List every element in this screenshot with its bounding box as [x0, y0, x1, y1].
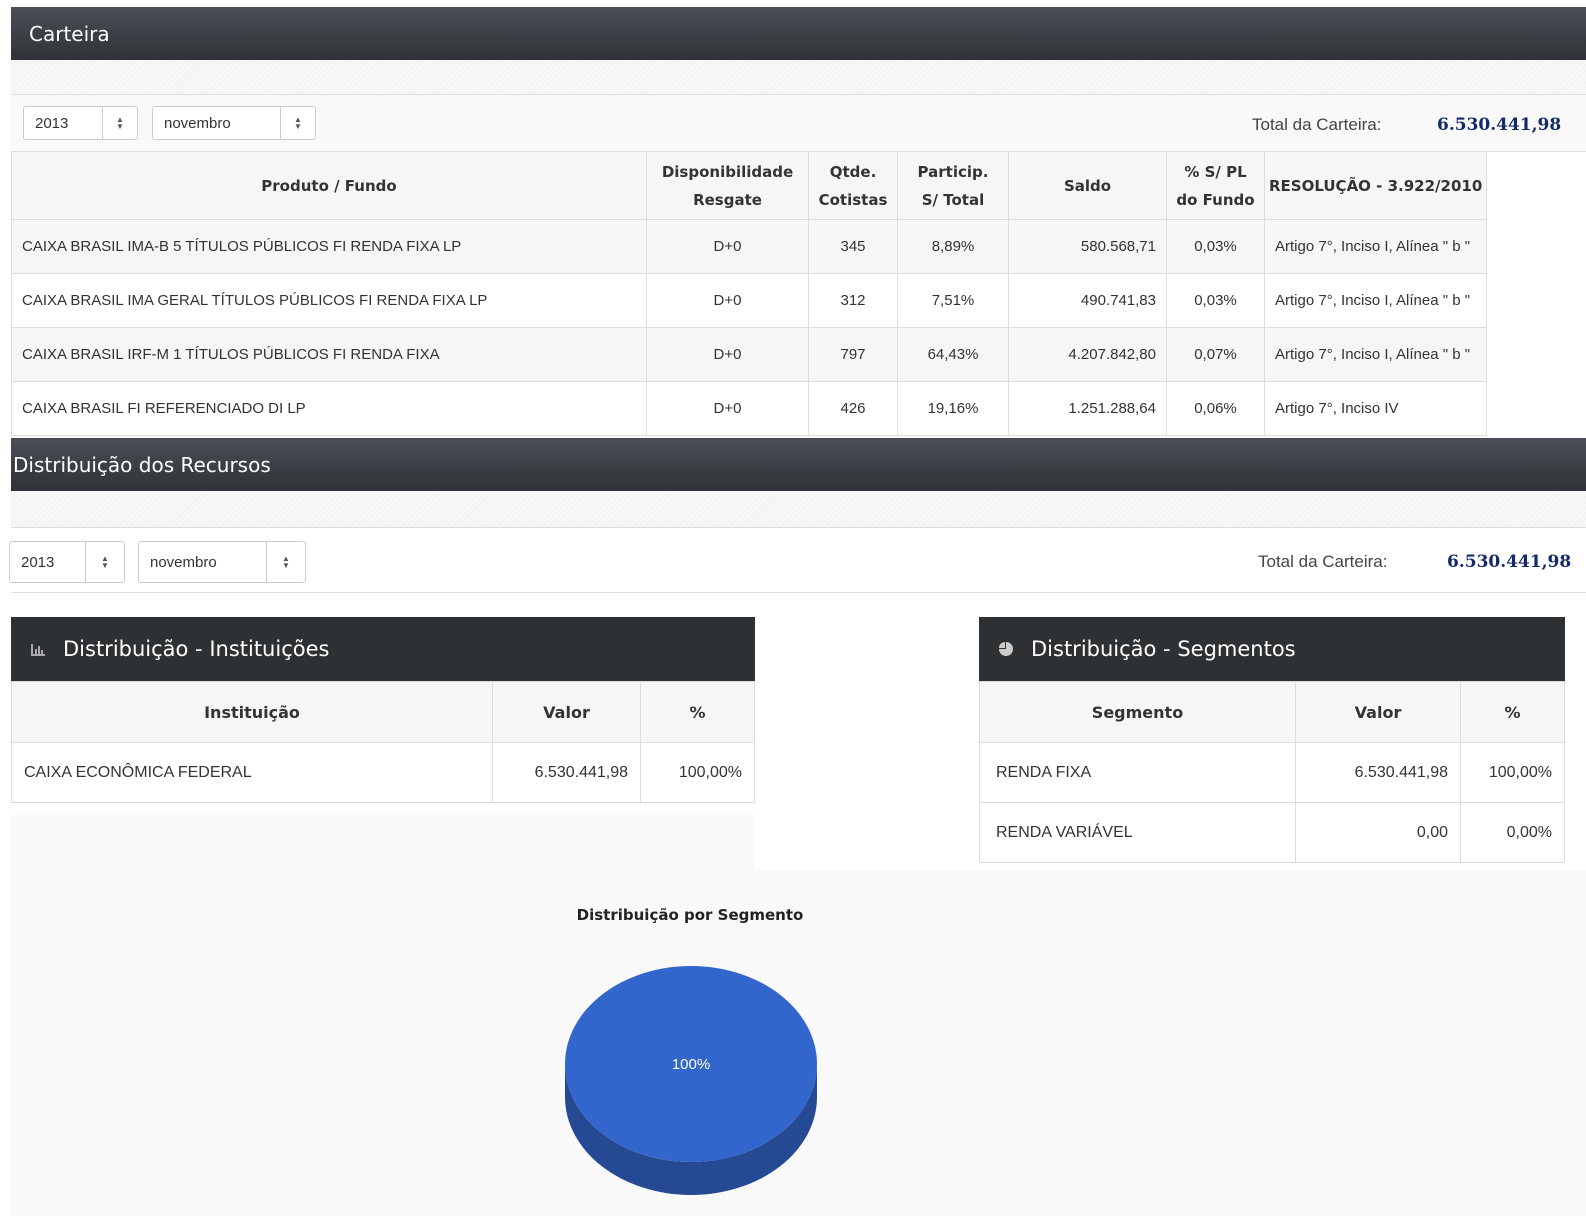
year-value: 2013: [21, 553, 55, 571]
qtde-cell: 426: [808, 381, 898, 436]
pct-cell: 100,00%: [1460, 742, 1565, 803]
pie-chart: 100%: [565, 966, 817, 1195]
col-saldo[interactable]: Saldo: [1008, 151, 1167, 220]
produto-cell: CAIXA BRASIL IMA GERAL TÍTULOS PÚBLICOS …: [11, 273, 647, 328]
instituicoes-panel-header: Distribuição - Instituições: [11, 617, 755, 681]
col-disponibilidade[interactable]: Disponibilidade Resgate: [646, 151, 809, 220]
col-produto[interactable]: Produto / Fundo: [11, 151, 647, 220]
pl-cell: 0,03%: [1166, 273, 1265, 328]
carteira-month-select[interactable]: novembro ▲ ▼: [152, 106, 316, 140]
part-cell: 8,89%: [897, 219, 1009, 274]
month-value: novembro: [164, 114, 231, 132]
col-pct[interactable]: %: [640, 681, 755, 743]
pie-chart-icon: [999, 642, 1013, 656]
saldo-cell: 490.741,83: [1008, 273, 1167, 328]
instituicoes-table: Instituição Valor % CAIXA ECONÔMICA FEDE…: [11, 681, 755, 803]
carteira-table: Produto / Fundo Disponibilidade Resgate Q…: [11, 151, 1488, 436]
segmentos-panel-header: Distribuição - Segmentos: [979, 617, 1565, 681]
pl-cell: 0,03%: [1166, 219, 1265, 274]
part-cell: 19,16%: [897, 381, 1009, 436]
produto-cell: CAIXA BRASIL IMA-B 5 TÍTULOS PÚBLICOS FI…: [11, 219, 647, 274]
saldo-cell: 1.251.288,64: [1008, 381, 1167, 436]
segmentos-table: Segmento Valor % RENDA FIXA 6.530.441,98…: [979, 681, 1565, 863]
select-arrows-icon: ▲ ▼: [280, 107, 315, 139]
disp-cell: D+0: [646, 381, 809, 436]
table-row[interactable]: CAIXA BRASIL IMA-B 5 TÍTULOS PÚBLICOS FI…: [11, 219, 1488, 274]
segmento-cell: RENDA FIXA: [979, 742, 1296, 803]
carteira-stripe: [11, 60, 1586, 95]
carteira-title: Carteira: [29, 21, 110, 46]
distribuicao-header: Distribuição dos Recursos: [11, 438, 1586, 491]
disp-cell: D+0: [646, 219, 809, 274]
instituicao-cell: CAIXA ECONÔMICA FEDERAL: [11, 742, 493, 803]
table-row[interactable]: CAIXA ECONÔMICA FEDERAL 6.530.441,98 100…: [11, 742, 755, 803]
total-label: Total da Carteira:: [1252, 115, 1382, 134]
resolucao-cell: Artigo 7°, Inciso I, Alínea " b ": [1263, 219, 1488, 274]
instituicoes-title: Distribuição - Instituições: [63, 637, 330, 661]
segmento-cell: RENDA VARIÁVEL: [979, 802, 1296, 863]
col-valor[interactable]: Valor: [1295, 681, 1461, 743]
resolucao-cell: Artigo 7°, Inciso IV: [1263, 381, 1488, 436]
table-row[interactable]: RENDA VARIÁVEL 0,00 0,00%: [979, 802, 1565, 863]
col-qtde[interactable]: Qtde. Cotistas: [808, 151, 898, 220]
col-resolucao[interactable]: RESOLUÇÃO - 3.922/2010: [1263, 151, 1488, 220]
month-value: novembro: [150, 553, 217, 571]
distribuicao-title: Distribuição dos Recursos: [13, 452, 271, 477]
total-label: Total da Carteira:: [1258, 552, 1388, 571]
distribuicao-filter-bar: 2013 ▲ ▼ novembro ▲ ▼ Total da Carteira: 6…: [9, 528, 1586, 593]
total-value: 6.530.441,98: [1447, 552, 1572, 572]
carteira-header: Carteira: [11, 7, 1586, 60]
qtde-cell: 312: [808, 273, 898, 328]
col-pct[interactable]: %: [1460, 681, 1565, 743]
pl-cell: 0,07%: [1166, 327, 1265, 382]
valor-cell: 6.530.441,98: [1295, 742, 1461, 803]
distribuicao-stripe: [11, 491, 1586, 528]
resolucao-cell: Artigo 7°, Inciso I, Alínea " b ": [1263, 327, 1488, 382]
produto-cell: CAIXA BRASIL FI REFERENCIADO DI LP: [11, 381, 647, 436]
valor-cell: 6.530.441,98: [492, 742, 641, 803]
segmentos-panel: Distribuição - Segmentos Segmento Valor …: [979, 617, 1565, 863]
produto-cell: CAIXA BRASIL IRF-M 1 TÍTULOS PÚBLICOS FI…: [11, 327, 647, 382]
chart-title: Distribuição por Segmento: [576, 906, 804, 924]
pie-slice-label: 100%: [672, 1056, 710, 1073]
col-valor[interactable]: Valor: [492, 681, 641, 743]
part-cell: 64,43%: [897, 327, 1009, 382]
col-instituicao[interactable]: Instituição: [11, 681, 493, 743]
saldo-cell: 4.207.842,80: [1008, 327, 1167, 382]
pct-cell: 0,00%: [1460, 802, 1565, 863]
select-arrows-icon: ▲ ▼: [266, 542, 305, 582]
disp-cell: D+0: [646, 273, 809, 328]
qtde-cell: 797: [808, 327, 898, 382]
valor-cell: 0,00: [1295, 802, 1461, 863]
col-particip[interactable]: Particip. S/ Total: [897, 151, 1009, 220]
select-arrows-icon: ▲ ▼: [102, 107, 137, 139]
carteira-year-select[interactable]: 2013 ▲ ▼: [23, 106, 138, 140]
saldo-cell: 580.568,71: [1008, 219, 1167, 274]
instituicoes-panel: Distribuição - Instituições Instituição …: [11, 617, 755, 803]
col-segmento[interactable]: Segmento: [979, 681, 1296, 743]
col-pl[interactable]: % S/ PL do Fundo: [1166, 151, 1265, 220]
qtde-cell: 345: [808, 219, 898, 274]
pl-cell: 0,06%: [1166, 381, 1265, 436]
table-row[interactable]: CAIXA BRASIL IRF-M 1 TÍTULOS PÚBLICOS FI…: [11, 327, 1488, 382]
table-row[interactable]: CAIXA BRASIL IMA GERAL TÍTULOS PÚBLICOS …: [11, 273, 1488, 328]
disp-cell: D+0: [646, 327, 809, 382]
year-value: 2013: [35, 114, 69, 132]
distribuicao-year-select[interactable]: 2013 ▲ ▼: [9, 541, 125, 583]
table-row[interactable]: CAIXA BRASIL FI REFERENCIADO DI LP D+0 4…: [11, 381, 1488, 436]
select-arrows-icon: ▲ ▼: [85, 542, 124, 582]
pct-cell: 100,00%: [640, 742, 755, 803]
bar-chart-icon: [31, 644, 45, 656]
part-cell: 7,51%: [897, 273, 1009, 328]
carteira-filter-bar: 2013 ▲ ▼ novembro ▲ ▼ Total da Carteira: 6…: [11, 95, 1586, 152]
segmentos-title: Distribuição - Segmentos: [1031, 637, 1296, 661]
table-row[interactable]: RENDA FIXA 6.530.441,98 100,00%: [979, 742, 1565, 803]
total-value: 6.530.441,98: [1437, 115, 1562, 135]
distribuicao-month-select[interactable]: novembro ▲ ▼: [138, 541, 306, 583]
resolucao-cell: Artigo 7°, Inciso I, Alínea " b ": [1263, 273, 1488, 328]
